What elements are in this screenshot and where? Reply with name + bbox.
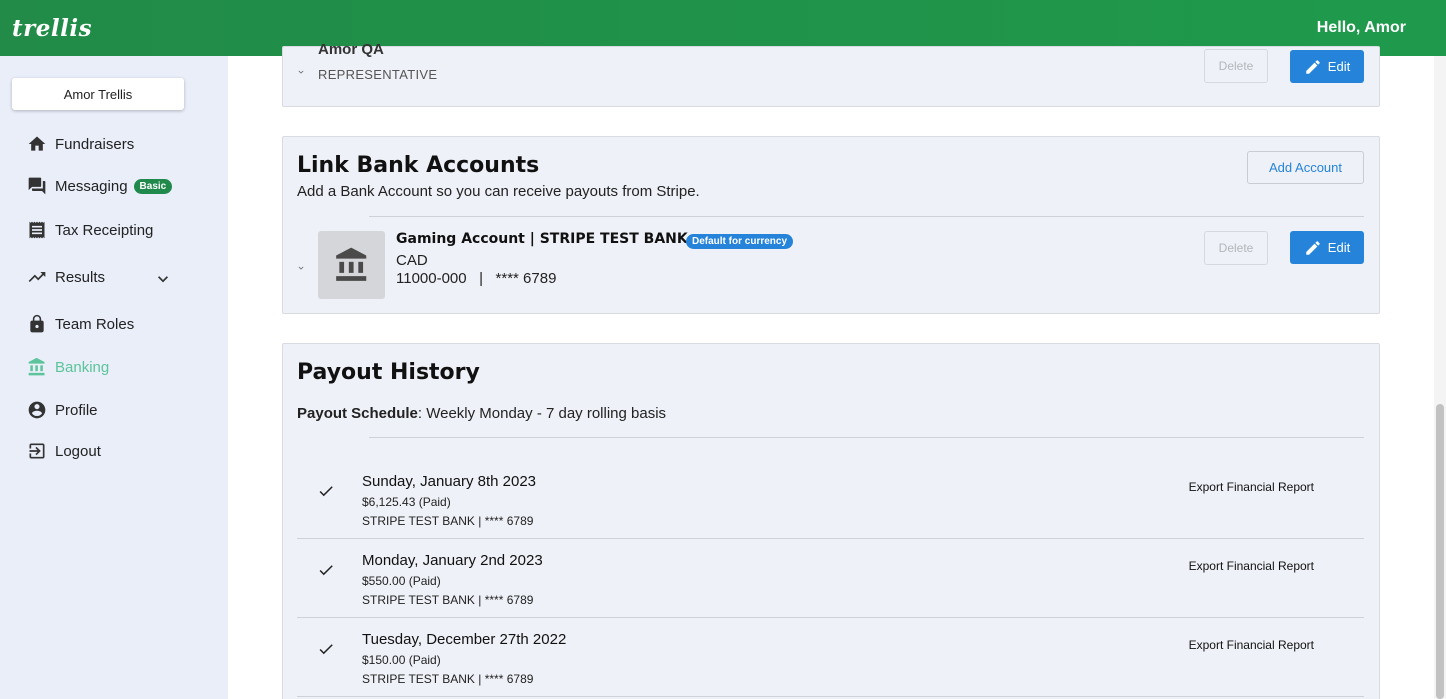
- team-member-card: Amor QA REPRESENTATIVE Delete Edit: [282, 41, 1380, 107]
- delete-account-button[interactable]: Delete: [1204, 231, 1268, 265]
- sidebar-item-messaging[interactable]: Messaging Basic: [27, 174, 207, 198]
- sidebar-item-label: Fundraisers: [55, 135, 135, 153]
- sidebar: Amor Trellis Fundraisers Messaging Basic…: [0, 56, 228, 699]
- edit-label: Edit: [1327, 240, 1351, 255]
- organization-button[interactable]: Amor Trellis: [12, 78, 184, 110]
- pencil-icon: [1306, 240, 1320, 255]
- divider: [369, 216, 1364, 217]
- sidebar-item-label: Tax Receipting: [55, 221, 154, 239]
- payout-amount: $550.00 (Paid): [362, 574, 441, 588]
- sidebar-item-profile[interactable]: Profile: [27, 398, 207, 422]
- default-currency-badge: Default for currency: [686, 234, 794, 249]
- payout-history-title: Payout History: [297, 360, 480, 385]
- payout-row: Tuesday, December 27th 2022 $150.00 (Pai…: [297, 618, 1364, 697]
- pencil-icon: [1306, 59, 1320, 74]
- account-circle-icon: [28, 401, 46, 419]
- payout-row: Sunday, January 8th 2023 $6,125.43 (Paid…: [297, 460, 1364, 539]
- add-account-button[interactable]: Add Account: [1247, 151, 1364, 184]
- payout-bank: STRIPE TEST BANK | **** 6789: [362, 514, 534, 528]
- team-member-role: REPRESENTATIVE: [318, 67, 438, 82]
- chevron-down-icon[interactable]: [153, 269, 173, 289]
- payout-amount: $150.00 (Paid): [362, 653, 441, 667]
- edit-member-button[interactable]: Edit: [1290, 50, 1364, 83]
- home-icon: [28, 136, 46, 151]
- divider: [369, 437, 1364, 438]
- bank-icon: [28, 357, 45, 376]
- payout-date: Sunday, January 8th 2023: [362, 473, 537, 490]
- sidebar-item-label: Logout: [55, 442, 101, 460]
- check-icon: [319, 644, 333, 655]
- export-financial-report-link[interactable]: Export Financial Report: [1189, 559, 1314, 573]
- receipt-icon: [29, 221, 45, 239]
- bank-account-currency: CAD: [396, 252, 428, 269]
- user-greeting[interactable]: Hello, Amor: [1317, 19, 1406, 37]
- payout-bank: STRIPE TEST BANK | **** 6789: [362, 672, 534, 686]
- payout-row: Monday, January 2nd 2023 $550.00 (Paid) …: [297, 539, 1364, 618]
- payout-date: Monday, January 2nd 2023: [362, 552, 543, 569]
- export-financial-report-link[interactable]: Export Financial Report: [1189, 638, 1314, 652]
- delete-member-button[interactable]: Delete: [1204, 49, 1268, 83]
- payout-schedule: Payout Schedule: Weekly Monday - 7 day r…: [297, 405, 666, 422]
- edit-label: Edit: [1327, 59, 1351, 74]
- scrollbar-thumb[interactable]: [1436, 404, 1444, 699]
- payout-date: Tuesday, December 27th 2022: [362, 631, 567, 648]
- bank-account-number: 11000-000 | **** 6789: [396, 270, 557, 287]
- divider: [297, 696, 1364, 697]
- payout-history-card: Payout History Payout Schedule: Weekly M…: [282, 343, 1380, 699]
- check-icon: [319, 565, 333, 576]
- sidebar-item-team-roles[interactable]: Team Roles: [27, 312, 207, 336]
- bank-accounts-card: Link Bank Accounts Add a Bank Account so…: [282, 136, 1380, 314]
- bank-icon: [335, 247, 366, 281]
- bank-account-avatar: [318, 231, 385, 299]
- vertical-scrollbar[interactable]: [1434, 56, 1446, 699]
- logout-icon: [29, 443, 45, 459]
- export-financial-report-link[interactable]: Export Financial Report: [1189, 480, 1314, 494]
- lock-icon: [30, 314, 44, 333]
- team-member-name: Amor QA: [318, 41, 384, 58]
- sidebar-item-label: Team Roles: [55, 315, 135, 333]
- sidebar-item-fundraisers[interactable]: Fundraisers: [27, 132, 207, 156]
- main-content: Amor QA REPRESENTATIVE Delete Edit Link …: [228, 41, 1434, 699]
- payout-schedule-value: : Weekly Monday - 7 day rolling basis: [417, 405, 667, 422]
- plan-badge: Basic: [133, 178, 173, 194]
- bank-accounts-subtitle: Add a Bank Account so you can receive pa…: [297, 183, 700, 200]
- sidebar-item-label: Profile: [55, 401, 98, 419]
- edit-account-button[interactable]: Edit: [1290, 231, 1364, 264]
- payout-schedule-label: Payout Schedule: [297, 405, 418, 422]
- sidebar-item-label: Banking: [55, 358, 110, 376]
- chat-icon: [28, 177, 46, 195]
- bank-accounts-title: Link Bank Accounts: [297, 153, 540, 178]
- check-icon: [319, 486, 333, 497]
- payout-bank: STRIPE TEST BANK | **** 6789: [362, 593, 534, 607]
- chevron-down-icon[interactable]: [296, 263, 306, 273]
- sidebar-item-tax-receipting[interactable]: Tax Receipting: [27, 218, 207, 242]
- sidebar-item-logout[interactable]: Logout: [27, 439, 207, 463]
- trellis-logo[interactable]: trellis: [12, 15, 92, 42]
- sidebar-item-label: Messaging: [55, 177, 128, 195]
- sidebar-item-label: Results: [55, 268, 106, 286]
- trending-up-icon: [28, 272, 46, 282]
- bank-account-name: Gaming Account | STRIPE TEST BANK: [396, 231, 688, 247]
- chevron-down-icon[interactable]: [296, 67, 306, 77]
- payout-amount: $6,125.43 (Paid): [362, 495, 451, 509]
- sidebar-item-results[interactable]: Results: [27, 265, 207, 289]
- sidebar-item-banking[interactable]: Banking: [27, 355, 207, 379]
